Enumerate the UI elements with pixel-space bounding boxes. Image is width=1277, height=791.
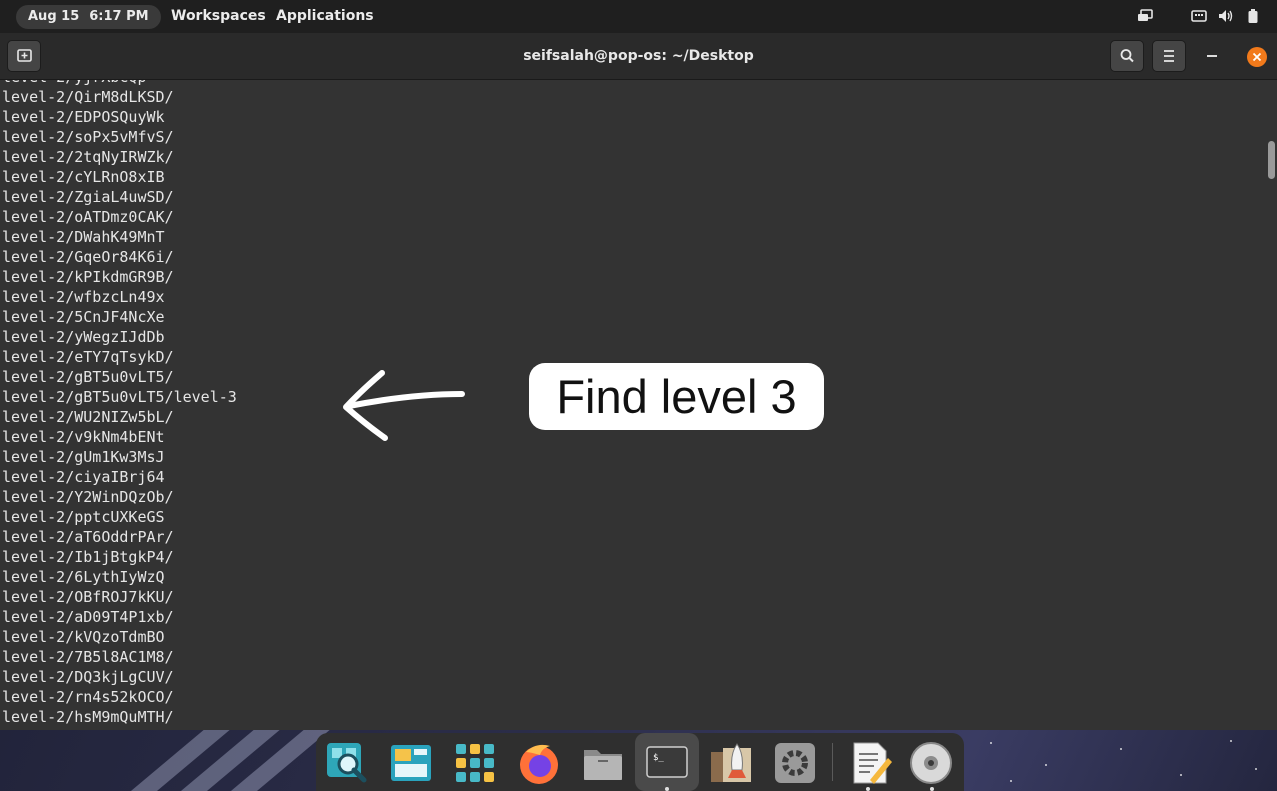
terminal-lines: level-2/yjrXbcQplevel-2/QirM8dLKSD/level… xyxy=(2,80,237,727)
terminal-line: level-2/aD09T4P1xb/ xyxy=(2,608,174,626)
new-tab-button[interactable] xyxy=(7,40,41,72)
terminal-line: level-2/ZgiaL4uwSD/ xyxy=(2,188,174,206)
search-button[interactable] xyxy=(1110,40,1144,72)
menu-button[interactable] xyxy=(1152,40,1186,72)
terminal-icon: $_ xyxy=(646,746,688,778)
terminal-line: level-2/WU2NIZw5bL/ xyxy=(2,408,174,426)
volume-icon[interactable] xyxy=(1218,9,1234,23)
minimize-button[interactable] xyxy=(1207,55,1217,57)
dock-popshop-app[interactable] xyxy=(708,740,754,786)
text-editor-running-indicator xyxy=(866,787,870,791)
left-arrow-icon xyxy=(343,370,465,441)
terminal-line: level-2/6LythIyWzQ xyxy=(2,568,165,586)
terminal-line: level-2/2tqNyIRWZk/ xyxy=(2,148,174,166)
windows-icon xyxy=(391,745,431,781)
annotation-callout: Find level 3 xyxy=(529,363,824,430)
terminal-running-indicator xyxy=(665,787,669,791)
terminal-line: level-2/yjrXbcQp xyxy=(2,80,237,87)
dock-files-app[interactable] xyxy=(580,740,626,786)
terminal-line: level-2/5CnJF4NcXe xyxy=(2,308,165,326)
new-tab-icon xyxy=(17,49,32,62)
terminal-line: level-2/7B5l8AC1M8/ xyxy=(2,648,174,666)
dock-separator xyxy=(832,743,833,781)
terminal-line: level-2/GqeOr84K6i/ xyxy=(2,248,174,266)
terminal-line: level-2/aT6OddrPAr/ xyxy=(2,528,174,546)
workspaces-button[interactable]: Workspaces xyxy=(171,0,266,33)
terminal-line: level-2/QirM8dLKSD/ xyxy=(2,88,174,106)
terminal-line: level-2/gBT5u0vLT5/level-3 xyxy=(2,388,237,406)
window-title: seifsalah@pop-os: ~/Desktop xyxy=(523,48,754,64)
terminal-line: level-2/ciyaIBrj64 xyxy=(2,468,165,486)
text-editor-icon xyxy=(853,742,892,784)
terminal-line: level-2/pptcUXKeGS xyxy=(2,508,165,526)
terminal-line: level-2/gUm1Kw3MsJ xyxy=(2,448,165,466)
gear-icon xyxy=(775,743,815,783)
terminal-line: level-2/hsM9mQuMTH/ xyxy=(2,708,174,726)
dock-settings-app[interactable] xyxy=(772,740,818,786)
menu-icon xyxy=(1164,50,1174,62)
dock-firefox-app[interactable] xyxy=(516,740,562,786)
terminal-line: level-2/yWegzIJdDb xyxy=(2,328,165,346)
folder-icon xyxy=(584,750,622,780)
terminal-line: level-2/DWahK49MnT xyxy=(2,228,165,246)
close-icon xyxy=(1252,52,1262,62)
dock-terminal-app[interactable]: $_ xyxy=(644,740,690,786)
magnifier-icon xyxy=(327,743,367,783)
terminal-scrollbar[interactable] xyxy=(1265,80,1277,730)
terminal-line: level-2/kPIkdmGR9B/ xyxy=(2,268,174,286)
rocket-icon xyxy=(711,743,751,782)
time-label: 6:17 PM xyxy=(89,9,149,24)
terminal-line: level-2/DQ3kjLgCUV/ xyxy=(2,668,174,686)
terminal-line: level-2/rn4s52kOCO/ xyxy=(2,688,174,706)
terminal-line: level-2/oATDmz0CAK/ xyxy=(2,208,174,226)
close-button[interactable] xyxy=(1247,47,1267,67)
dock-applications-app[interactable] xyxy=(452,740,498,786)
scrollbar-thumb[interactable] xyxy=(1268,141,1275,179)
terminal-line: level-2/eTY7qTsykD/ xyxy=(2,348,174,366)
terminal-line: level-2/cYLRnO8xIB xyxy=(2,168,165,186)
dock-workspaces-app[interactable] xyxy=(388,740,434,786)
terminal-line: level-2/Y2WinDQzOb/ xyxy=(2,488,174,506)
terminal-line: level-2/soPx5vMfvS/ xyxy=(2,128,174,146)
svg-text:$_: $_ xyxy=(653,753,664,763)
date-time-button[interactable]: Aug 15 6:17 PM xyxy=(16,5,161,29)
terminal-line: level-2/gBT5u0vLT5/ xyxy=(2,368,174,386)
top-panel: Aug 15 6:17 PM Workspaces Applications xyxy=(0,0,1277,33)
dock-disc-app[interactable] xyxy=(908,740,954,786)
keyboard-icon[interactable] xyxy=(1191,9,1207,23)
terminal-line: level-2/v9kNm4bENt xyxy=(2,428,165,446)
dock-text-editor-app[interactable] xyxy=(848,740,894,786)
battery-icon[interactable] xyxy=(1247,9,1259,23)
disc-icon xyxy=(910,742,952,784)
applications-button[interactable]: Applications xyxy=(276,0,374,33)
window-headerbar: seifsalah@pop-os: ~/Desktop xyxy=(0,33,1277,80)
terminal-line: level-2/kVQzoTdmBO xyxy=(2,628,165,646)
search-icon xyxy=(1120,49,1134,63)
disc-running-indicator xyxy=(930,787,934,791)
dock-search-app[interactable] xyxy=(324,740,370,786)
dock: $_ xyxy=(316,733,964,791)
screen-share-icon[interactable] xyxy=(1137,9,1153,23)
terminal-line: level-2/OBfROJ7kKU/ xyxy=(2,588,174,606)
terminal-line: level-2/EDPOSQuyWk xyxy=(2,108,165,126)
date-label: Aug 15 xyxy=(28,9,80,24)
terminal-line: level-2/wfbzcLn49x xyxy=(2,288,165,306)
app-grid-icon xyxy=(456,744,494,782)
terminal-line: level-2/Ib1jBtgkP4/ xyxy=(2,548,174,566)
firefox-icon xyxy=(520,744,558,784)
